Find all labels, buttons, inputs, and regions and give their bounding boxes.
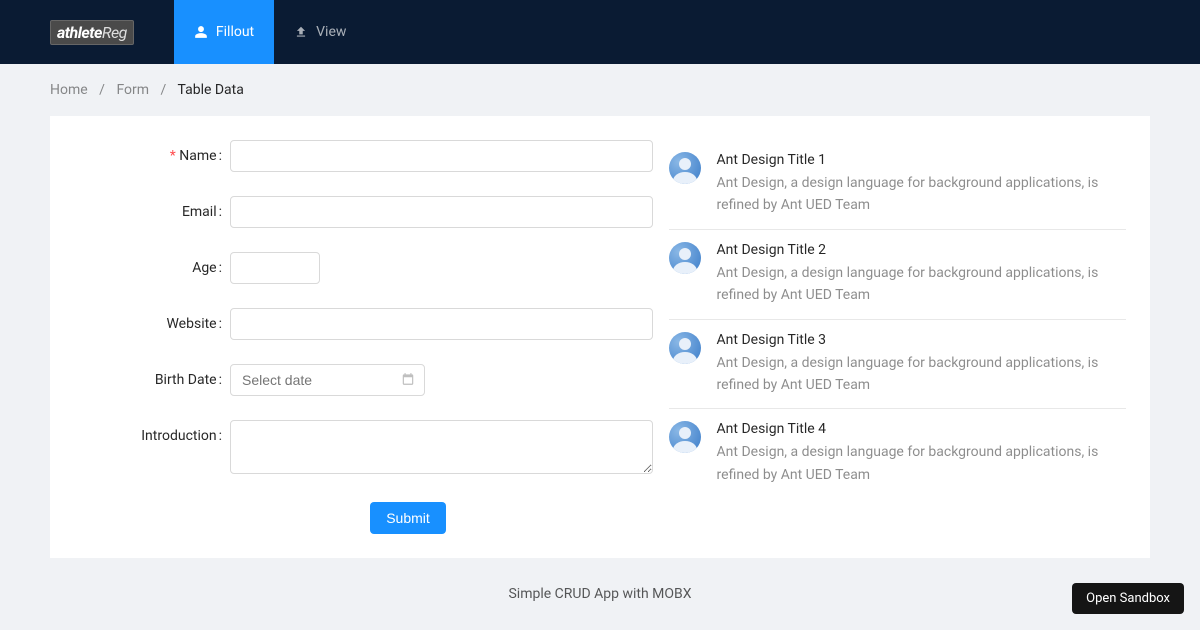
logo[interactable]: athleteReg	[50, 20, 134, 45]
list-item: Ant Design Title 1 Ant Design, a design …	[669, 140, 1126, 230]
avatar	[669, 421, 701, 453]
open-sandbox-button[interactable]: Open Sandbox	[1072, 583, 1184, 614]
content-card: Name Email Age Website Birth Date Intr	[50, 116, 1150, 558]
name-label: Name	[70, 140, 230, 172]
website-input[interactable]	[230, 308, 653, 340]
name-input[interactable]	[230, 140, 653, 172]
list: Ant Design Title 1 Ant Design, a design …	[653, 140, 1126, 534]
list-title: Ant Design Title 3	[717, 332, 1126, 348]
list-title: Ant Design Title 1	[717, 152, 1126, 168]
avatar	[669, 332, 701, 364]
list-desc: Ant Design, a design language for backgr…	[717, 172, 1126, 217]
nav-label: Fillout	[216, 24, 254, 40]
submit-button[interactable]: Submit	[370, 502, 446, 534]
calendar-icon	[401, 372, 415, 386]
breadcrumb-current: Table Data	[178, 82, 244, 98]
list-item: Ant Design Title 3 Ant Design, a design …	[669, 320, 1126, 410]
breadcrumb: Home / Form / Table Data	[0, 64, 1200, 116]
nav-item-view[interactable]: View	[274, 0, 366, 64]
birth-date-input[interactable]	[230, 364, 425, 396]
age-input[interactable]	[230, 252, 320, 284]
nav: Fillout View	[174, 0, 367, 64]
list-title: Ant Design Title 2	[717, 242, 1126, 258]
user-icon	[194, 25, 208, 39]
list-desc: Ant Design, a design language for backgr…	[717, 262, 1126, 307]
email-input[interactable]	[230, 196, 653, 228]
list-item: Ant Design Title 4 Ant Design, a design …	[669, 409, 1126, 498]
nav-item-fillout[interactable]: Fillout	[174, 0, 274, 64]
list-desc: Ant Design, a design language for backgr…	[717, 441, 1126, 486]
email-label: Email	[70, 196, 230, 228]
intro-textarea[interactable]	[230, 420, 653, 474]
list-item: Ant Design Title 2 Ant Design, a design …	[669, 230, 1126, 320]
avatar	[669, 152, 701, 184]
upload-icon	[294, 25, 308, 39]
nav-label: View	[316, 24, 346, 40]
website-label: Website	[70, 308, 230, 340]
breadcrumb-home[interactable]: Home	[50, 82, 88, 98]
list-desc: Ant Design, a design language for backgr…	[717, 352, 1126, 397]
breadcrumb-form[interactable]: Form	[116, 82, 149, 98]
birth-label: Birth Date	[70, 364, 230, 396]
birth-date-picker[interactable]	[230, 364, 425, 396]
age-label: Age	[70, 252, 230, 284]
footer-text: Simple CRUD App with MOBX	[0, 558, 1200, 602]
form: Name Email Age Website Birth Date Intr	[50, 140, 653, 534]
header: athleteReg Fillout View	[0, 0, 1200, 64]
breadcrumb-sep: /	[99, 82, 105, 98]
intro-label: Introduction	[70, 420, 230, 452]
avatar	[669, 242, 701, 274]
breadcrumb-sep: /	[161, 82, 167, 98]
logo-text: athleteReg	[50, 20, 134, 45]
list-title: Ant Design Title 4	[717, 421, 1126, 437]
